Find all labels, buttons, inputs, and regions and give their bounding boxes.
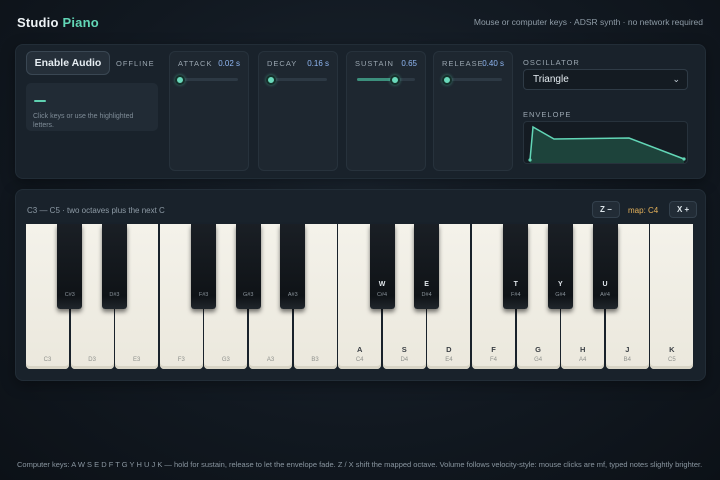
- hint-box: Click keys or use the highlighted letter…: [26, 83, 158, 131]
- key-note-label: E3: [133, 357, 141, 363]
- attack-slider[interactable]: [175, 74, 238, 85]
- app-title-accent: Piano: [62, 14, 99, 30]
- decay-control: DECAY 0.16 s: [258, 51, 338, 171]
- chevron-down-icon: ⌄: [672, 74, 680, 84]
- oscillator-select[interactable]: Triangle ⌄: [523, 69, 688, 90]
- keyboard-range-caption: C3 — C5 · two octaves plus the next C: [27, 206, 165, 215]
- key-note-label: G#3: [242, 292, 254, 298]
- envelope-start-dot: [528, 158, 532, 162]
- key-shortcut-label: G: [535, 345, 542, 354]
- envelope-graph: [528, 125, 686, 163]
- oscillator-label: OSCILLATOR: [523, 58, 580, 67]
- footer-help-text: Computer keys: A W S E D F T G Y H U J K…: [17, 460, 703, 469]
- release-control: RELEASE 0.40 s: [433, 51, 513, 171]
- sustain-control: SUSTAIN 0.65: [346, 51, 426, 171]
- black-key-csharp4[interactable]: W C#4: [369, 224, 395, 309]
- black-key-asharp3[interactable]: A#3: [280, 224, 306, 309]
- sustain-slider-thumb[interactable]: [389, 74, 400, 85]
- release-label: RELEASE: [442, 59, 484, 68]
- envelope-label: ENVELOPE: [523, 110, 572, 119]
- app-title: Studio Piano: [17, 15, 99, 30]
- key-shortcut-label: W: [378, 281, 386, 288]
- octave-down-button[interactable]: Z −: [592, 201, 620, 218]
- envelope-area: [530, 127, 684, 163]
- black-key-fsharp3[interactable]: F#3: [191, 224, 217, 309]
- sustain-slider[interactable]: [357, 74, 415, 85]
- black-key-fsharp4[interactable]: T F#4: [503, 224, 529, 309]
- decay-label: DECAY: [267, 59, 298, 68]
- octave-up-button[interactable]: X +: [669, 201, 698, 218]
- attack-control: ATTACK 0.02 s: [169, 51, 249, 171]
- key-note-label: F4: [489, 357, 497, 363]
- key-note-label: G3: [221, 357, 230, 363]
- hint-text: Click keys or use the highlighted letter…: [33, 113, 134, 129]
- key-note-label: D3: [88, 357, 96, 363]
- key-shortcut-label: U: [602, 281, 608, 288]
- audio-status: OFFLINE: [116, 59, 155, 68]
- envelope-end-dot: [682, 157, 686, 161]
- key-note-label: C#3: [64, 292, 75, 298]
- key-note-label: F3: [177, 357, 185, 363]
- enable-audio-button[interactable]: Enable Audio: [26, 51, 110, 75]
- key-note-label: A4: [579, 357, 587, 363]
- key-shortcut-label: T: [513, 281, 518, 288]
- key-shortcut-label: S: [401, 345, 407, 354]
- oscillator-selected-value: Triangle: [533, 74, 569, 85]
- key-note-label: E4: [445, 357, 453, 363]
- black-key-gsharp3[interactable]: G#3: [235, 224, 261, 309]
- sustain-value: 0.65: [401, 59, 417, 68]
- controls-panel: Enable Audio OFFLINE Click keys or use t…: [15, 44, 706, 179]
- app-subtitle: Mouse or computer keys · ADSR synth · no…: [473, 17, 703, 27]
- key-shortcut-label: J: [625, 345, 630, 354]
- decay-value: 0.16 s: [307, 59, 329, 68]
- key-note-label: A#3: [287, 292, 298, 298]
- key-note-label: D#3: [109, 292, 120, 298]
- black-key-gsharp4[interactable]: Y G#4: [547, 224, 573, 309]
- release-slider-thumb[interactable]: [441, 74, 452, 85]
- key-note-label: G#4: [555, 292, 566, 298]
- key-shortcut-label: D: [446, 345, 452, 354]
- decay-slider-thumb[interactable]: [265, 74, 276, 85]
- key-note-label: C5: [668, 357, 676, 363]
- app-title-primary: Studio: [17, 14, 59, 30]
- sustain-label: SUSTAIN: [355, 59, 394, 68]
- piano-keyboard: C3 D3 E3 F3 G3 A3 B3 A C4 S D4 D E4 F F4 G G4 H A4 J B4 K C5 C#…: [26, 224, 695, 370]
- black-key-csharp3[interactable]: C#3: [57, 224, 83, 309]
- release-slider[interactable]: [441, 74, 502, 85]
- top-bar: Studio Piano Mouse or computer keys · AD…: [17, 12, 703, 32]
- key-note-label: G4: [534, 357, 543, 363]
- key-note-label: B3: [311, 357, 319, 363]
- black-key-asharp4[interactable]: U A#4: [592, 224, 618, 309]
- key-shortcut-label: A: [356, 345, 363, 354]
- hint-indicator: [34, 100, 46, 102]
- key-shortcut-label: F: [491, 345, 496, 354]
- key-note-label: C4: [355, 357, 364, 363]
- key-shortcut-label: H: [579, 345, 586, 354]
- key-note-label: D4: [400, 357, 409, 363]
- keyboard-panel: C3 — C5 · two octaves plus the next C Z …: [15, 189, 706, 381]
- key-note-label: D#4: [421, 292, 432, 298]
- black-key-dsharp3[interactable]: D#3: [101, 224, 127, 309]
- key-note-label: B4: [623, 357, 631, 363]
- key-note-label: C3: [43, 357, 52, 363]
- black-key-dsharp4[interactable]: E D#4: [414, 224, 440, 309]
- key-shortcut-label: K: [669, 345, 675, 354]
- key-note-label: C#4: [376, 292, 388, 298]
- key-note-label: F#4: [511, 292, 521, 298]
- attack-slider-thumb[interactable]: [175, 74, 185, 85]
- attack-label: ATTACK: [178, 59, 213, 68]
- key-note-label: A3: [266, 357, 275, 363]
- key-shortcut-label: Y: [558, 281, 563, 288]
- key-shortcut-label: E: [424, 281, 429, 288]
- attack-value: 0.02 s: [218, 59, 240, 68]
- key-note-label: A#4: [600, 292, 610, 298]
- decay-slider[interactable]: [265, 74, 327, 85]
- release-value: 0.40 s: [482, 59, 504, 68]
- envelope-display: [523, 121, 688, 164]
- white-key-c5[interactable]: K C5: [650, 224, 694, 369]
- key-map-label: map: C4: [628, 206, 659, 215]
- key-note-label: F#3: [198, 292, 209, 298]
